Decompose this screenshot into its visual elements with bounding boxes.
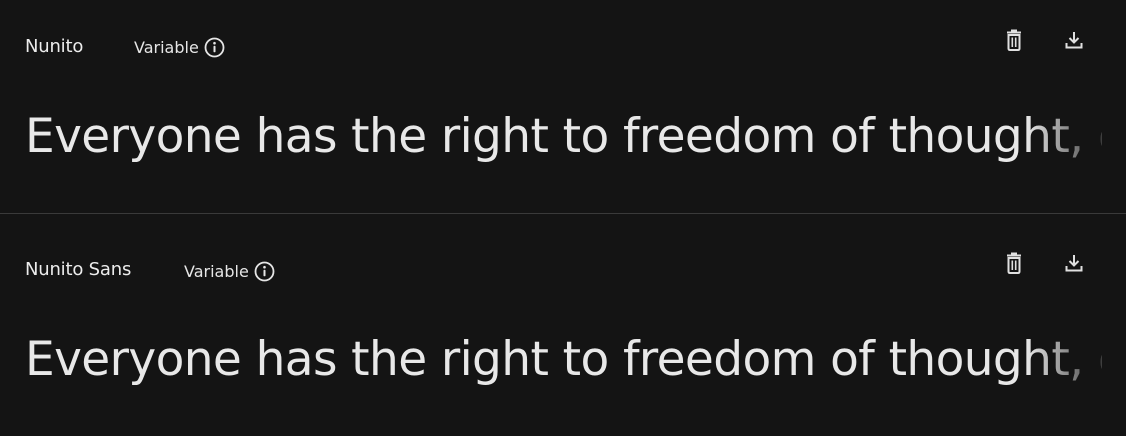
variable-badge: Variable (134, 37, 225, 58)
preview-area[interactable]: Everyone has the right to freedom of tho… (25, 329, 1102, 399)
variable-label: Variable (134, 38, 199, 57)
preview-area[interactable]: Everyone has the right to freedom of tho… (25, 106, 1102, 176)
trash-icon (1004, 252, 1024, 278)
info-icon[interactable] (254, 261, 275, 282)
font-card-nunito-sans: Nunito Sans Variable Everyone has the ri… (0, 214, 1126, 436)
download-button[interactable] (1061, 29, 1087, 55)
font-card-nunito: Nunito Variable Everyone has the right t… (0, 0, 1126, 213)
delete-button[interactable] (1001, 252, 1027, 278)
download-button[interactable] (1061, 252, 1087, 278)
variable-label: Variable (184, 262, 249, 281)
font-list: Nunito Variable Everyone has the right t… (0, 0, 1126, 436)
preview-text: Everyone has the right to freedom of tho… (25, 332, 1102, 387)
preview-text: Everyone has the right to freedom of tho… (25, 109, 1102, 164)
delete-button[interactable] (1001, 29, 1027, 55)
info-icon[interactable] (204, 37, 225, 58)
variable-badge: Variable (184, 261, 275, 282)
font-family-name[interactable]: Nunito Sans (25, 259, 131, 280)
trash-icon (1004, 29, 1024, 55)
download-icon (1064, 30, 1084, 54)
font-family-name[interactable]: Nunito (25, 36, 83, 57)
download-icon (1064, 253, 1084, 277)
